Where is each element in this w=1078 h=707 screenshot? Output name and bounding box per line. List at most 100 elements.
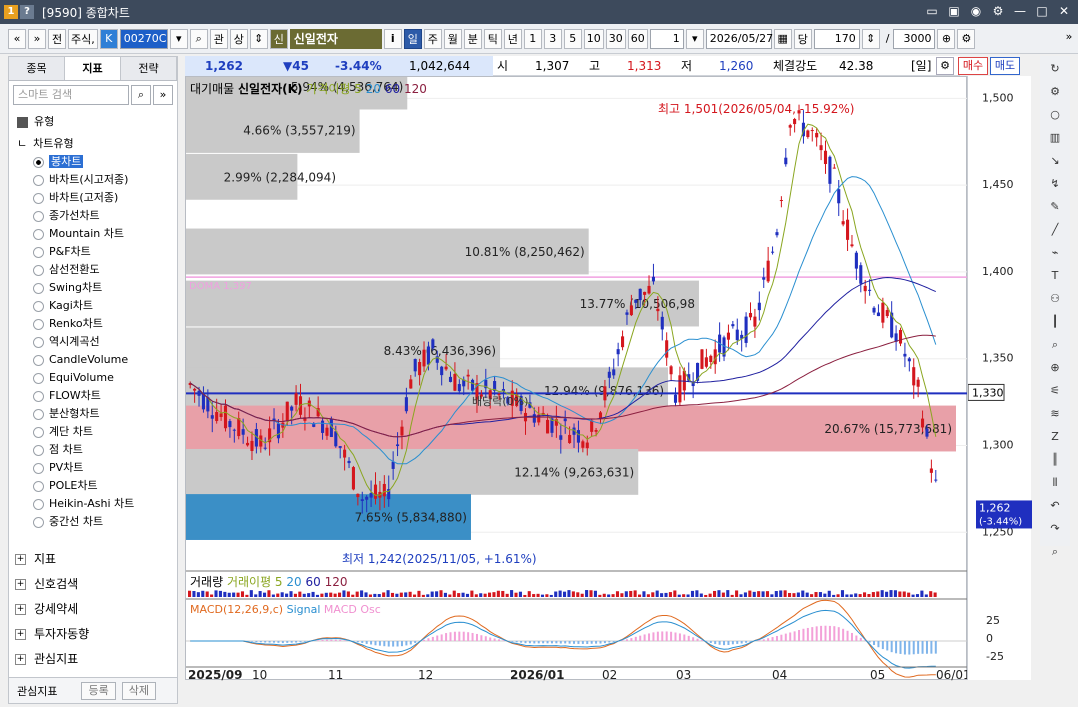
undo-icon[interactable]: ↶: [1043, 496, 1067, 516]
prev-button[interactable]: 전: [48, 28, 66, 49]
period-week[interactable]: 주: [423, 28, 442, 49]
radio-icon[interactable]: [33, 264, 44, 276]
pin-icon[interactable]: ▭: [924, 3, 940, 19]
chart-type-item[interactable]: 바차트(시고저종): [33, 171, 128, 189]
register-button[interactable]: 등록: [81, 681, 116, 700]
category-chart-type[interactable]: ㄴ 차트유형: [17, 135, 74, 153]
buy-button[interactable]: 매수: [958, 57, 988, 75]
quote-settings-icon[interactable]: ⚙: [936, 57, 954, 75]
smart-search-input[interactable]: 스마트 검색: [13, 85, 129, 105]
fibonacci-icon[interactable]: ⚟: [1043, 381, 1067, 401]
circle-icon[interactable]: ○: [1043, 105, 1067, 125]
section-4[interactable]: + 관심지표: [15, 647, 78, 671]
plus-icon[interactable]: +: [15, 579, 26, 590]
count-spin-icon[interactable]: ⇕: [861, 28, 880, 49]
chart-type-item[interactable]: 바차트(고저종): [33, 189, 118, 207]
radio-icon[interactable]: [33, 390, 44, 402]
info-button[interactable]: i: [383, 28, 402, 49]
radio-icon[interactable]: [33, 192, 44, 204]
chart-type-item[interactable]: POLE차트: [33, 477, 98, 495]
watch-button[interactable]: 관: [209, 28, 228, 49]
minute-5[interactable]: 5: [563, 28, 582, 49]
period-minute[interactable]: 분: [463, 28, 482, 49]
z-icon[interactable]: Z: [1043, 427, 1067, 447]
chart-type-item[interactable]: Heikin-Ashi 차트: [33, 495, 134, 513]
radio-icon[interactable]: [33, 156, 44, 168]
count-input[interactable]: 170: [813, 28, 860, 49]
date-input[interactable]: 2026/05/27: [705, 28, 773, 49]
channel-icon[interactable]: ≋: [1043, 404, 1067, 424]
chart-type-item[interactable]: 봉차트: [33, 153, 84, 171]
link-icon[interactable]: ▣: [946, 3, 962, 19]
expand-icon[interactable]: »: [153, 85, 173, 105]
candle-icon[interactable]: ┃: [1043, 312, 1067, 332]
section-2[interactable]: + 강세약세: [15, 597, 78, 621]
close-icon[interactable]: ✕: [1056, 3, 1072, 19]
bars-icon[interactable]: ║: [1043, 450, 1067, 470]
minute-30[interactable]: 30: [605, 28, 626, 49]
pen-icon[interactable]: ✎: [1043, 197, 1067, 217]
market-k-badge[interactable]: K: [99, 28, 118, 49]
period-tick[interactable]: 틱: [483, 28, 502, 49]
chart-type-item[interactable]: PV차트: [33, 459, 83, 477]
minute-10[interactable]: 10: [583, 28, 604, 49]
search-tool-icon[interactable]: ⌕: [1043, 542, 1067, 562]
chart-area[interactable]: 5.94% (4,536,764) 4.66% (3,557,219) 2.99% …: [185, 63, 971, 682]
tab-indicator[interactable]: 지표: [65, 57, 121, 80]
radio-icon[interactable]: [33, 300, 44, 312]
period-month[interactable]: 월: [443, 28, 462, 49]
radio-icon[interactable]: [33, 282, 44, 294]
chart-type-item[interactable]: FLOW차트: [33, 387, 101, 405]
gear-icon[interactable]: ⚙: [1043, 82, 1067, 102]
radio-icon[interactable]: [33, 210, 44, 222]
spin-icon[interactable]: ⇕: [249, 28, 268, 49]
help-icon[interactable]: ?: [20, 5, 34, 19]
search-icon[interactable]: ⌕: [189, 28, 208, 49]
radio-icon[interactable]: [33, 336, 44, 348]
price-chart-svg[interactable]: 5.94% (4,536,764)4.66% (3,557,219)2.99% …: [186, 63, 971, 682]
radio-icon[interactable]: [33, 354, 44, 366]
chart-settings-icon[interactable]: ⚙: [957, 28, 976, 49]
chart-type-item[interactable]: Kagi차트: [33, 297, 93, 315]
chart-type-item[interactable]: 종가선차트: [33, 207, 100, 225]
chart-type-item[interactable]: 점 차트: [33, 441, 83, 459]
line-tool-icon[interactable]: ↘: [1043, 151, 1067, 171]
up-button[interactable]: 상: [229, 28, 248, 49]
zoom-icon[interactable]: ⊕: [1043, 358, 1067, 378]
radio-icon[interactable]: [33, 228, 44, 240]
zoom-icon[interactable]: ⊕: [937, 28, 956, 49]
maximize-icon[interactable]: □: [1034, 3, 1050, 19]
radio-icon[interactable]: [33, 516, 44, 528]
auto-icon[interactable]: ⌁: [1043, 243, 1067, 263]
search-icon[interactable]: ⌕: [131, 85, 151, 105]
nav-prev-button[interactable]: «: [8, 28, 26, 49]
chart-type-item[interactable]: 역시계곡선: [33, 333, 100, 351]
radio-icon[interactable]: [33, 498, 44, 510]
grid-icon[interactable]: ⦀: [1043, 473, 1067, 493]
current-button[interactable]: 당: [793, 28, 812, 49]
delete-button[interactable]: 삭제: [121, 681, 156, 700]
plus-icon[interactable]: +: [15, 654, 26, 665]
chart-type-item[interactable]: Mountain 차트: [33, 225, 124, 243]
arrow-tool-icon[interactable]: ↯: [1043, 174, 1067, 194]
all-icon[interactable]: ⚇: [1043, 289, 1067, 309]
chart-type-item[interactable]: 분산형차트: [33, 405, 100, 423]
text-icon[interactable]: T: [1043, 266, 1067, 286]
plus-icon[interactable]: +: [15, 554, 26, 565]
nav-down-button[interactable]: »: [28, 28, 46, 49]
section-3[interactable]: + 투자자동향: [15, 622, 89, 646]
chart-type-item[interactable]: 삼선전환도: [33, 261, 100, 279]
settings-icon[interactable]: ⚙: [990, 3, 1006, 19]
radio-icon[interactable]: [33, 444, 44, 456]
redo-icon[interactable]: ↷: [1043, 519, 1067, 539]
tab-stock[interactable]: 종목: [9, 57, 65, 80]
code-dropdown-icon[interactable]: ▾: [169, 28, 188, 49]
radio-icon[interactable]: [33, 462, 44, 474]
radio-icon[interactable]: [33, 318, 44, 330]
stock-code-input[interactable]: 00270C: [119, 28, 168, 49]
group-type[interactable]: 유형: [17, 113, 54, 131]
chart-type-item[interactable]: Renko차트: [33, 315, 103, 333]
radio-icon[interactable]: [33, 174, 44, 186]
expand-panel-icon[interactable]: »: [1062, 30, 1076, 48]
section-0[interactable]: + 지표: [15, 547, 56, 571]
